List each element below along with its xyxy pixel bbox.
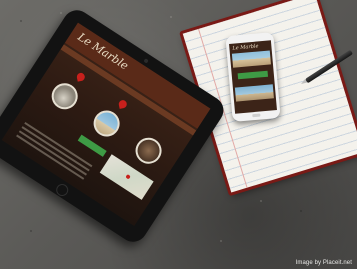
phone-home-button	[252, 113, 261, 118]
round-photo	[130, 132, 167, 169]
concrete-speck	[20, 20, 22, 22]
tablet-camera	[143, 58, 149, 64]
list-line	[16, 134, 85, 180]
map-pin-icon	[76, 72, 86, 82]
concrete-speck	[30, 230, 32, 232]
concrete-speck	[220, 240, 222, 242]
list-line	[21, 126, 90, 172]
menu-list	[12, 121, 93, 186]
list-line	[18, 130, 87, 176]
round-photo	[46, 78, 83, 115]
image-credit: Image by Placeit.net	[295, 260, 352, 266]
concrete-speck	[170, 16, 172, 18]
round-photo	[88, 105, 125, 142]
phone-green-button	[237, 70, 269, 80]
phone-secondary-image	[234, 84, 274, 102]
tablet-screen: Le Marble	[1, 22, 211, 227]
phone-icon	[118, 99, 128, 109]
phone-hero-image	[231, 50, 271, 68]
phone-site-logo: Le Marble	[232, 43, 259, 52]
phone-screen: Le Marble	[229, 40, 277, 114]
concrete-speck	[260, 200, 262, 202]
green-button	[77, 134, 107, 157]
tablet-home-button	[53, 181, 71, 199]
photo-scene: Le Marble Le Marble Image by Placeit.net	[0, 0, 357, 269]
smartphone: Le Marble	[225, 32, 281, 122]
concrete-speck	[60, 12, 62, 14]
concrete-speck	[300, 210, 302, 212]
tablet-site-logo: Le Marble	[75, 30, 131, 73]
